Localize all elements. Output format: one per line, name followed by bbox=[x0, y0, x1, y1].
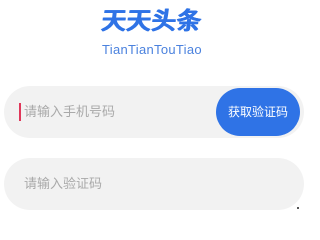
get-verification-code-button[interactable]: 获取验证码 bbox=[216, 88, 300, 136]
app-subtitle: TianTianTouTiao bbox=[102, 42, 202, 57]
app-logo: 天天头条 TianTianTouTiao bbox=[0, 6, 304, 58]
phone-number-input[interactable] bbox=[24, 86, 210, 138]
phone-field-container: 获取验证码 bbox=[4, 86, 304, 138]
text-caret bbox=[19, 103, 21, 121]
login-page: 天天头条 TianTianTouTiao 获取验证码 bbox=[0, 0, 304, 214]
verification-code-input[interactable] bbox=[24, 158, 284, 210]
decorative-dot bbox=[297, 207, 299, 209]
code-field-container bbox=[4, 158, 304, 210]
app-name: 天天头条 bbox=[100, 7, 204, 35]
